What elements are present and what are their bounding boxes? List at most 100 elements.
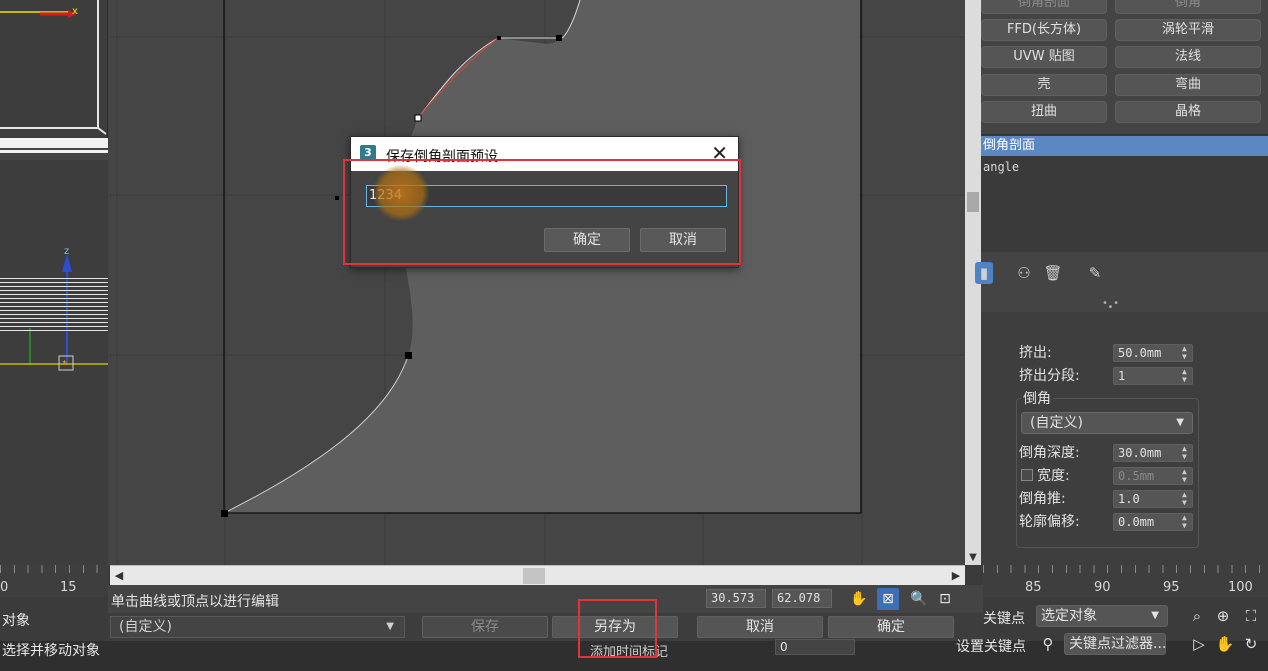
scroll-down-arrow-icon[interactable]: ▼ bbox=[965, 551, 981, 565]
timeline-ticks bbox=[983, 565, 1268, 573]
contour-offset-spinner[interactable]: 0.0mm ▲ ▼ bbox=[1113, 513, 1193, 531]
timeline-label: 15 bbox=[60, 580, 77, 595]
viewport-separator bbox=[0, 138, 108, 148]
coord-y-field[interactable]: 62.078 bbox=[772, 589, 832, 608]
timeline-ruler-left[interactable]: 0 15 bbox=[0, 565, 108, 597]
editor-cancel-button[interactable]: 取消 bbox=[697, 616, 823, 638]
viewport-gizmo: z * bbox=[0, 246, 108, 371]
stack-item-angle[interactable]: angle bbox=[981, 157, 1268, 177]
modifier-button-twist[interactable]: 扭曲 bbox=[981, 101, 1107, 123]
parameters-rollout: 挤出: 50.0mm ▲ ▼ 挤出分段: 1 ▲ ▼ 倒角 (自定义) ▼ 倒角深度: 3… bbox=[981, 312, 1268, 565]
zoom-icon[interactable]: 🔍 bbox=[908, 588, 930, 610]
frame-spinner[interactable]: 0 bbox=[775, 639, 855, 655]
modifier-button-turbosmooth[interactable]: 涡轮平滑 bbox=[1115, 19, 1261, 41]
modifier-button-bevel-profile[interactable]: 倒角剖面 bbox=[981, 0, 1107, 14]
pin-stack-icon[interactable]: ▮ bbox=[975, 262, 993, 284]
maximize-icon[interactable]: ⛶ bbox=[1240, 605, 1262, 627]
rollout-grip-icon: • • • bbox=[1102, 298, 1120, 313]
profile-curve-canvas[interactable] bbox=[110, 0, 965, 565]
dialog-title: 保存倒角剖面预设 bbox=[386, 149, 498, 165]
dialog-title-bar[interactable]: 3 保存倒角剖面预设 ✕ bbox=[351, 137, 738, 171]
vertical-scroll-thumb[interactable] bbox=[967, 192, 979, 212]
orbit-icon[interactable]: ↻ bbox=[1240, 633, 1262, 655]
trash-icon[interactable]: 🗑 bbox=[1042, 262, 1064, 284]
width-spinner[interactable]: 0.5mm ▲ ▼ bbox=[1113, 467, 1193, 485]
perspective-viewport[interactable]: z * bbox=[0, 190, 108, 565]
modifier-button-normal[interactable]: 法线 bbox=[1115, 46, 1261, 68]
extrude-spinner[interactable]: 50.0mm ▲ ▼ bbox=[1113, 344, 1193, 362]
top-viewport[interactable]: x bbox=[0, 0, 108, 138]
grid-line-stack bbox=[0, 278, 108, 333]
stack-item-bevel-profile[interactable]: 倒角剖面 bbox=[981, 136, 1268, 156]
save-as-button[interactable]: 另存为 bbox=[552, 616, 678, 638]
coord-x-field[interactable]: 30.573 bbox=[706, 589, 766, 608]
modifier-button-bevel[interactable]: 倒角 bbox=[1115, 0, 1261, 14]
zoom-all-icon[interactable]: ⊕ bbox=[1212, 605, 1234, 627]
pan-hand-icon[interactable]: ✋ bbox=[848, 588, 870, 610]
editor-ok-button[interactable]: 确定 bbox=[828, 616, 954, 638]
play-icon[interactable]: ▷ bbox=[1188, 633, 1210, 655]
set-key-label[interactable]: 设置关键点 bbox=[956, 636, 1026, 656]
bevel-group-label: 倒角 bbox=[1021, 388, 1053, 408]
scroll-left-arrow-icon[interactable]: ◀ bbox=[110, 567, 128, 585]
selection-info-label: 对象 bbox=[2, 613, 30, 629]
command-panel: 倒角剖面 倒角 FFD(长方体) 涡轮平滑 UVW 贴图 法线 壳 弯曲 扭曲 … bbox=[975, 0, 1268, 565]
timeline-label: 100 bbox=[1228, 580, 1253, 595]
key-filters-button[interactable]: 关键点过滤器... bbox=[1064, 633, 1166, 655]
timeline-label: 85 bbox=[1025, 580, 1042, 595]
timeline-ruler-right[interactable]: 85 90 95 100 bbox=[983, 565, 1268, 597]
viewport-spacer bbox=[0, 160, 108, 190]
bevel-push-spinner[interactable]: 1.0 ▲ ▼ bbox=[1113, 490, 1193, 508]
editor-status-bar: 单击曲线或顶点以进行编辑 30.573 62.078 ✋ ⊠ 🔍 ⊡ bbox=[108, 585, 983, 613]
show-end-result-icon[interactable]: ⚇ bbox=[1013, 262, 1035, 284]
preset-dropdown[interactable]: (自定义) ▼ bbox=[110, 616, 405, 638]
app-logo-icon: 3 bbox=[360, 145, 376, 161]
scroll-right-arrow-icon[interactable]: ▶ bbox=[947, 567, 965, 585]
viewport-separator bbox=[0, 150, 108, 153]
modifier-button-uvw-map[interactable]: UVW 贴图 bbox=[981, 46, 1107, 68]
bevel-depth-label: 倒角深度: bbox=[1019, 445, 1080, 461]
hand-icon[interactable]: ✋ bbox=[1214, 633, 1236, 655]
dialog-cancel-button[interactable]: 取消 bbox=[640, 228, 726, 252]
configure-sets-icon[interactable]: ✎ bbox=[1084, 262, 1106, 284]
dialog-ok-button[interactable]: 确定 bbox=[544, 228, 630, 252]
editor-horizontal-scrollbar[interactable]: ◀ ▶ bbox=[110, 565, 965, 585]
extrude-segments-spinner[interactable]: 1 ▲ ▼ bbox=[1113, 367, 1193, 385]
selected-object-dropdown[interactable]: 选定对象 ▼ bbox=[1036, 605, 1168, 627]
modifier-button-bend[interactable]: 弯曲 bbox=[1115, 74, 1261, 96]
preset-name-input[interactable]: 1234 bbox=[366, 185, 727, 207]
close-icon[interactable]: ✕ bbox=[711, 141, 728, 165]
save-preset-dialog: 3 保存倒角剖面预设 ✕ 1234 确定 取消 bbox=[350, 136, 739, 268]
key-filter-icon[interactable]: ⚲ bbox=[1037, 633, 1059, 655]
width-checkbox[interactable] bbox=[1021, 469, 1033, 481]
horizontal-scroll-thumb[interactable] bbox=[523, 568, 545, 584]
timeline-label: 95 bbox=[1163, 580, 1180, 595]
search-icon[interactable]: ⌕ bbox=[1186, 605, 1208, 627]
timeline-ticks bbox=[0, 565, 108, 573]
bevel-depth-spinner[interactable]: 30.0mm ▲ ▼ bbox=[1113, 444, 1193, 462]
timeline-label: 0 bbox=[0, 580, 9, 595]
auto-key-label[interactable]: 关键点 bbox=[983, 608, 1025, 628]
zoom-extents-icon[interactable]: ⊠ bbox=[877, 588, 899, 610]
axis-x-label: x bbox=[72, 6, 78, 17]
zoom-region-icon[interactable]: ⊡ bbox=[934, 588, 956, 610]
editor-action-bar: (自定义) ▼ 保存 另存为 取消 确定 bbox=[108, 613, 983, 641]
modifier-button-lattice[interactable]: 晶格 bbox=[1115, 101, 1261, 123]
left-viewports[interactable]: x z * bbox=[0, 0, 110, 565]
contour-offset-label: 轮廓偏移: bbox=[1019, 514, 1080, 530]
bevel-push-label: 倒角推: bbox=[1019, 491, 1066, 507]
editor-status-text: 单击曲线或顶点以进行编辑 bbox=[111, 594, 279, 610]
modifier-button-ffd-box[interactable]: FFD(长方体) bbox=[981, 19, 1107, 41]
viewport-grid-lines: x bbox=[0, 0, 107, 135]
stack-toolbar: ▮ ⚇ 🗑 ✎ bbox=[975, 256, 1268, 290]
svg-text:*: * bbox=[62, 359, 67, 370]
modifier-button-shell[interactable]: 壳 bbox=[981, 74, 1107, 96]
bevel-profile-editor-viewport[interactable] bbox=[110, 0, 965, 565]
modifier-stack-list[interactable]: 倒角剖面 angle bbox=[981, 134, 1268, 252]
prompt-label: 选择并移动对象 bbox=[2, 643, 100, 659]
add-time-tag-label[interactable]: 添加时间标记 bbox=[590, 641, 668, 660]
axis-z-label: z bbox=[64, 246, 69, 257]
width-label: 宽度: bbox=[1037, 468, 1070, 484]
bevel-preset-dropdown[interactable]: (自定义) ▼ bbox=[1021, 412, 1193, 434]
save-button[interactable]: 保存 bbox=[422, 616, 548, 638]
